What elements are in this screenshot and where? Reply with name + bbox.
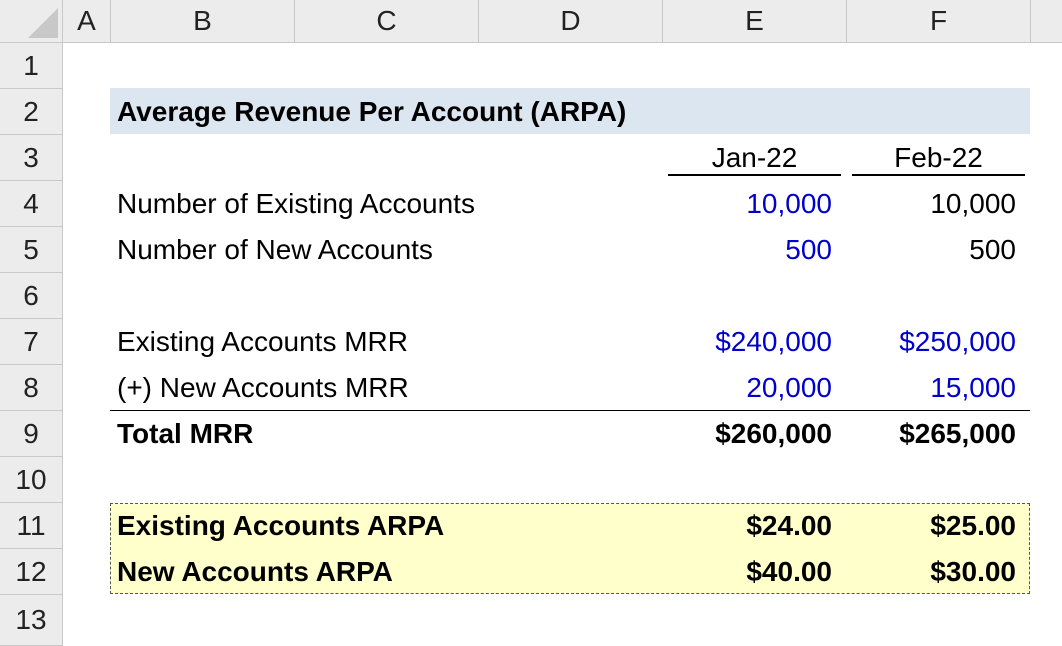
- existing-accounts-feb[interactable]: 10,000: [850, 181, 1016, 227]
- row-header-11[interactable]: 11: [0, 503, 63, 549]
- existing-arpa-label[interactable]: Existing Accounts ARPA: [117, 503, 444, 549]
- row-header-2[interactable]: 2: [0, 89, 63, 135]
- row-header-7[interactable]: 7: [0, 319, 63, 365]
- column-header-b[interactable]: B: [111, 0, 295, 43]
- select-all-corner[interactable]: [0, 0, 63, 43]
- row-header-8[interactable]: 8: [0, 365, 63, 411]
- row-header-6[interactable]: 6: [0, 273, 63, 319]
- existing-accounts-jan[interactable]: 10,000: [666, 181, 832, 227]
- total-mrr-label[interactable]: Total MRR: [117, 411, 253, 457]
- new-mrr-label[interactable]: (+) New Accounts MRR: [117, 365, 409, 411]
- existing-arpa-feb[interactable]: $25.00: [850, 503, 1016, 549]
- new-arpa-feb[interactable]: $30.00: [850, 549, 1016, 595]
- row-header-5[interactable]: 5: [0, 227, 63, 273]
- existing-mrr-jan[interactable]: $240,000: [666, 319, 832, 365]
- new-arpa-label[interactable]: New Accounts ARPA: [117, 549, 393, 595]
- existing-mrr-label[interactable]: Existing Accounts MRR: [117, 319, 408, 365]
- new-accounts-label[interactable]: Number of New Accounts: [117, 227, 433, 273]
- column-header-c[interactable]: C: [295, 0, 479, 43]
- row-header-1[interactable]: 1: [0, 43, 63, 89]
- column-header-f[interactable]: F: [847, 0, 1031, 43]
- row-header-3[interactable]: 3: [0, 135, 63, 181]
- existing-arpa-jan[interactable]: $24.00: [666, 503, 832, 549]
- new-mrr-jan[interactable]: 20,000: [666, 365, 832, 411]
- existing-accounts-label[interactable]: Number of Existing Accounts: [117, 181, 475, 227]
- new-accounts-feb[interactable]: 500: [850, 227, 1016, 273]
- column-header-d[interactable]: D: [479, 0, 663, 43]
- column-header-e[interactable]: E: [663, 0, 847, 43]
- period-underline-feb: [852, 174, 1025, 176]
- row-header-9[interactable]: 9: [0, 411, 63, 457]
- period-underline-jan: [668, 174, 841, 176]
- row-header-4[interactable]: 4: [0, 181, 63, 227]
- column-header-a[interactable]: A: [63, 0, 111, 43]
- row-header-12[interactable]: 12: [0, 549, 63, 595]
- column-header-g[interactable]: [1031, 0, 1062, 43]
- sheet-title[interactable]: Average Revenue Per Account (ARPA): [117, 89, 626, 135]
- total-mrr-jan[interactable]: $260,000: [666, 411, 832, 457]
- row-header-10[interactable]: 10: [0, 457, 63, 503]
- total-mrr-feb[interactable]: $265,000: [850, 411, 1016, 457]
- new-accounts-jan[interactable]: 500: [666, 227, 832, 273]
- row-header-13[interactable]: 13: [0, 595, 63, 646]
- new-mrr-feb[interactable]: 15,000: [850, 365, 1016, 411]
- existing-mrr-feb[interactable]: $250,000: [850, 319, 1016, 365]
- new-arpa-jan[interactable]: $40.00: [666, 549, 832, 595]
- select-all-triangle-icon: [28, 8, 58, 38]
